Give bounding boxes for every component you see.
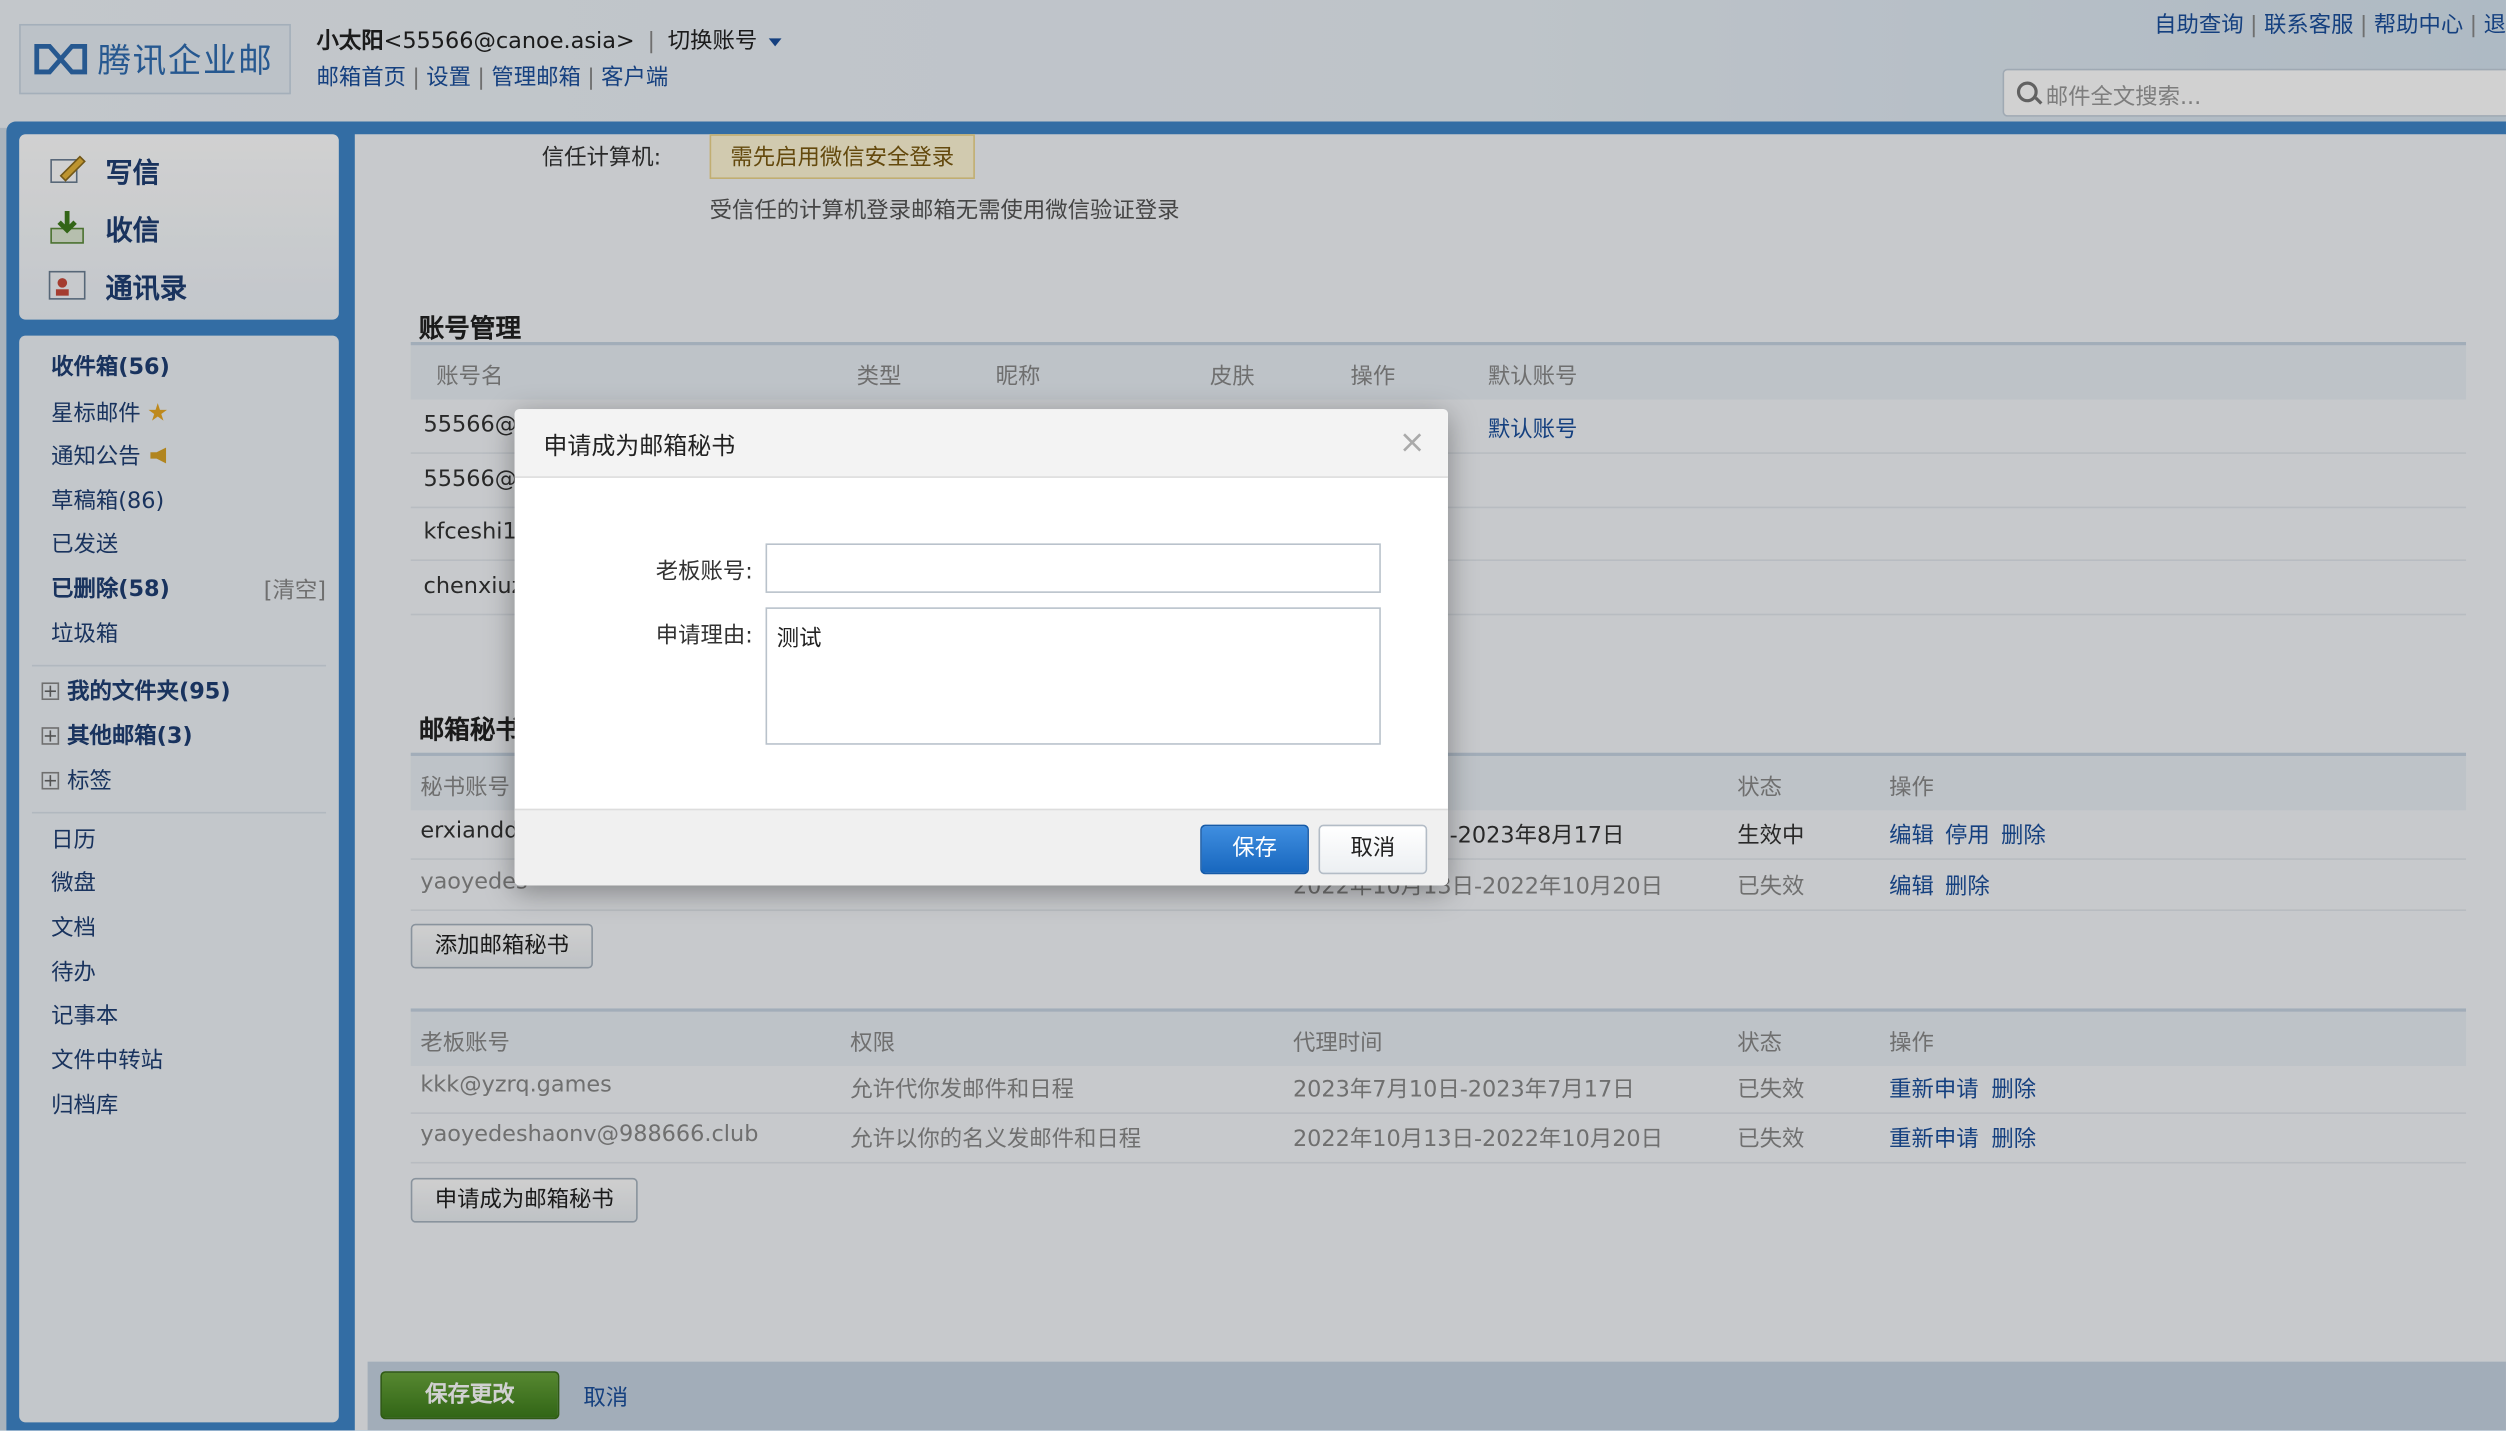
reason-textarea[interactable]: 测试: [765, 607, 1381, 745]
close-icon[interactable]: ×: [1399, 422, 1426, 460]
page: 腾讯企业邮 小太阳<55566@canoe.asia> | 切换账号 邮箱首页 | 设置…: [0, 0, 2506, 1431]
dialog-header: 申请成为邮箱秘书 ×: [514, 409, 1448, 478]
boss-account-label: 老板账号:: [655, 559, 753, 585]
dialog-cancel-button[interactable]: 取消: [1318, 824, 1428, 875]
dialog-save-button[interactable]: 保存: [1200, 824, 1309, 875]
apply-secretary-dialog: 申请成为邮箱秘书 × 老板账号: 申请理由: 测试 保存 取消: [514, 409, 1448, 886]
reason-label: 申请理由:: [655, 623, 753, 649]
reason-value: 测试: [776, 626, 822, 653]
boss-account-input[interactable]: [765, 543, 1381, 593]
dialog-title: 申请成为邮箱秘书: [543, 431, 736, 461]
